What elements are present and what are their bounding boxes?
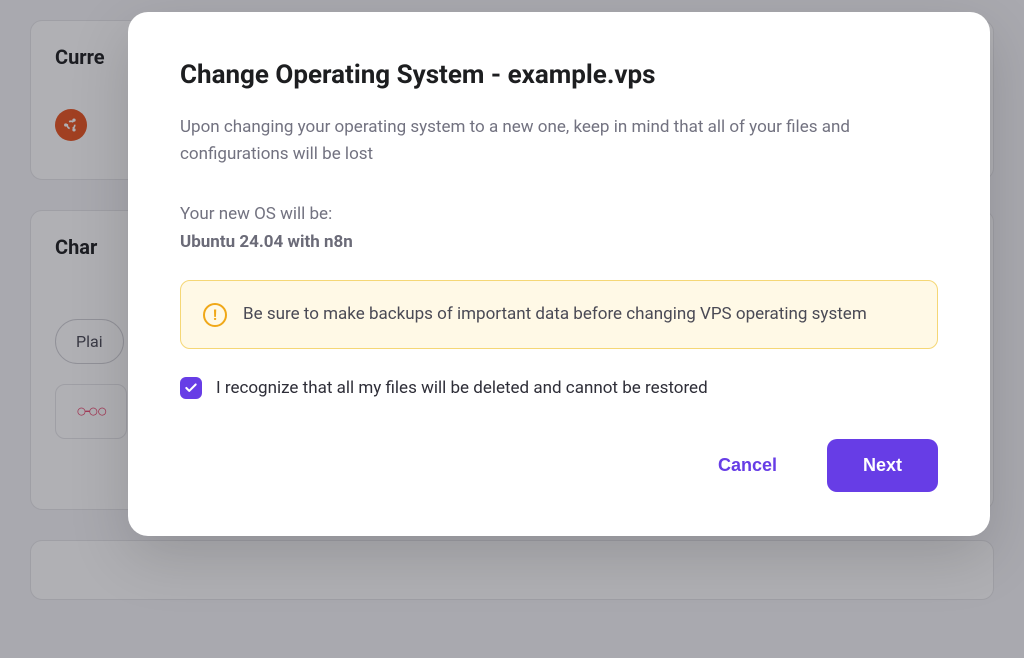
cancel-button[interactable]: Cancel (698, 441, 797, 490)
next-button[interactable]: Next (827, 439, 938, 492)
new-os-value: Ubuntu 24.04 with n8n (180, 232, 938, 252)
warning-icon: ! (203, 303, 227, 327)
warning-text: Be sure to make backups of important dat… (243, 301, 867, 327)
modal-title: Change Operating System - example.vps (180, 60, 938, 90)
modal-description: Upon changing your operating system to a… (180, 114, 938, 168)
change-os-modal: Change Operating System - example.vps Up… (128, 12, 990, 536)
acknowledge-checkbox[interactable] (180, 377, 202, 399)
acknowledge-row: I recognize that all my files will be de… (180, 377, 938, 399)
warning-box: ! Be sure to make backups of important d… (180, 280, 938, 348)
new-os-label: Your new OS will be: (180, 204, 938, 224)
modal-actions: Cancel Next (180, 439, 938, 492)
acknowledge-label[interactable]: I recognize that all my files will be de… (216, 378, 708, 398)
